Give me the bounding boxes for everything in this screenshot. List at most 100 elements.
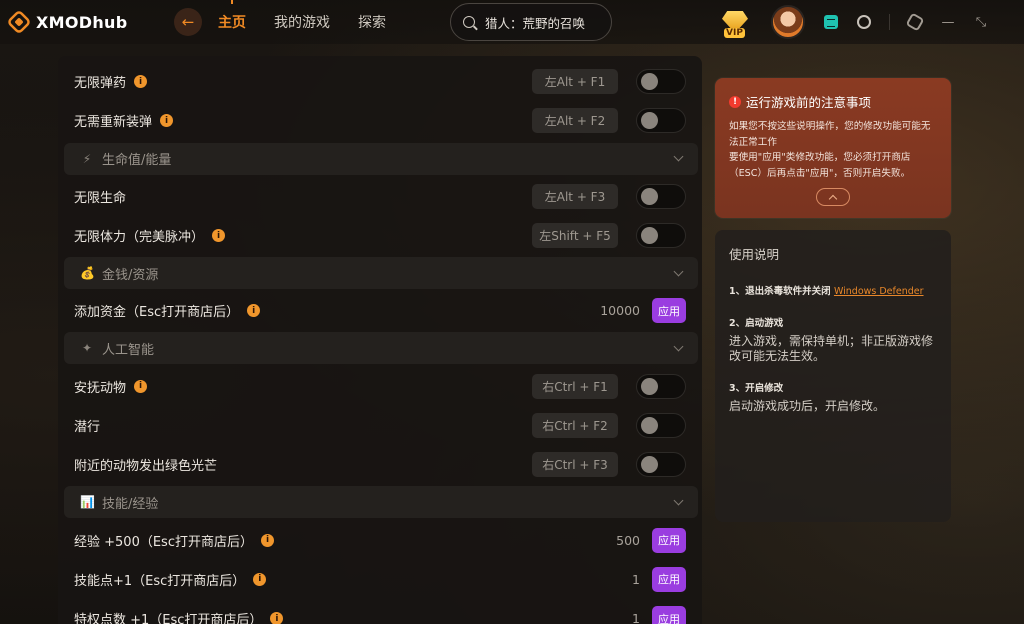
- mod-label: 添加资金（Esc打开商店后）: [74, 305, 240, 321]
- apply-button[interactable]: 应用: [652, 298, 686, 324]
- section-label: 人工智能: [102, 342, 155, 358]
- toggle-switch[interactable]: [636, 452, 686, 478]
- apply-button[interactable]: 应用: [652, 606, 686, 624]
- section-label: 技能/经验: [102, 496, 159, 512]
- logo-icon: [6, 9, 32, 35]
- hotkey-badge[interactable]: 左Alt + F1: [532, 69, 618, 95]
- vip-badge[interactable]: VIP: [717, 4, 753, 40]
- tab-explore[interactable]: 探索: [358, 12, 386, 32]
- hotkey-badge[interactable]: 左Alt + F3: [532, 183, 618, 209]
- notice-card: ! 运行游戏前的注意事项 如果您不按这些说明操作，您的修改功能可能无法正常工作 …: [715, 78, 951, 218]
- section-icon: ✦: [81, 341, 93, 356]
- app-name: XMODhub: [36, 12, 128, 32]
- avatar[interactable]: [771, 5, 805, 39]
- vip-label: VIP: [724, 28, 745, 38]
- amount-value[interactable]: 1: [632, 611, 640, 624]
- back-button[interactable]: ←: [174, 8, 202, 36]
- mod-row: 无限生命 左Alt + F3: [64, 177, 698, 216]
- mod-row: 技能点+1（Esc打开商店后） i 1 应用: [64, 560, 698, 599]
- hotkey-badge[interactable]: 右Ctrl + F1: [532, 373, 618, 399]
- section-header[interactable]: ✦ 人工智能: [64, 332, 698, 365]
- tab-my-games[interactable]: 我的游戏: [274, 12, 330, 32]
- step-1-heading: 1、退出杀毒软件并关闭: [729, 286, 831, 297]
- info-icon[interactable]: i: [270, 612, 284, 624]
- step-2-body: 进入游戏，需保持单机；非正版游戏修改可能无法生效。: [729, 334, 934, 363]
- warning-icon: !: [729, 95, 741, 108]
- section-header[interactable]: 📊 技能/经验: [64, 486, 698, 519]
- info-icon[interactable]: i: [134, 75, 148, 89]
- top-bar: XMODhub ← 主页 我的游戏 探索 猎人：荒野的召唤 VIP — ⤡: [0, 0, 1024, 44]
- chevron-down-icon[interactable]: [673, 266, 684, 277]
- step-3-heading: 3、开启修改: [729, 383, 784, 394]
- mod-label: 技能点+1（Esc打开商店后）: [74, 573, 246, 589]
- search-icon: [463, 16, 475, 28]
- mod-row: 附近的动物发出绿色光芒 右Ctrl + F3: [64, 445, 698, 484]
- apply-button[interactable]: 应用: [652, 566, 686, 592]
- apply-button[interactable]: 应用: [652, 527, 686, 553]
- mod-label: 无限体力（完美脉冲）: [74, 230, 205, 246]
- usage-title: 使用说明: [729, 247, 780, 262]
- info-icon[interactable]: i: [253, 572, 267, 586]
- amount-value[interactable]: 1: [632, 572, 640, 587]
- notification-icon[interactable]: [856, 14, 872, 30]
- chevron-down-icon[interactable]: [673, 151, 684, 162]
- amount-value[interactable]: 500: [616, 533, 640, 548]
- section-label: 生命值/能量: [102, 153, 172, 169]
- tab-home[interactable]: 主页: [218, 12, 246, 32]
- section-header[interactable]: ⚡ 生命值/能量: [64, 142, 698, 175]
- chat-icon[interactable]: [823, 14, 839, 30]
- mod-row: 潜行 右Ctrl + F2: [64, 406, 698, 445]
- mod-label: 无限生命: [74, 190, 127, 206]
- toggle-switch[interactable]: [636, 223, 686, 249]
- notice-line-2: 要使用"应用"类修改功能，您必须打开商店（ESC）后再点击"应用"，否则开启失败…: [729, 152, 911, 179]
- chevron-up-icon: [828, 194, 838, 203]
- mod-label: 无限弹药: [74, 76, 127, 92]
- usage-instructions-card: 使用说明 1、退出杀毒软件并关闭 Windows Defender 2、启动游戏…: [715, 230, 951, 522]
- notice-line-1: 如果您不按这些说明操作，您的修改功能可能无法正常工作: [729, 121, 931, 148]
- info-icon[interactable]: i: [160, 114, 174, 128]
- maximize-icon[interactable]: ⤡: [973, 14, 989, 30]
- mod-row: 无限体力（完美脉冲） i 左Shift + F5: [64, 216, 698, 255]
- mod-row: 无需重新装弹 i 左Alt + F2: [64, 101, 698, 140]
- info-icon[interactable]: i: [212, 229, 226, 243]
- section-label: 金钱/资源: [102, 267, 159, 283]
- info-icon[interactable]: i: [134, 379, 148, 393]
- section-icon: 📊: [80, 495, 95, 510]
- mod-list: 无限弹药 i 左Alt + F1 无需重新装弹 i 左Alt + F2 ⚡ 生命值/能量…: [64, 62, 698, 624]
- chevron-down-icon[interactable]: [673, 495, 684, 506]
- toggle-switch[interactable]: [636, 183, 686, 209]
- chevron-down-icon[interactable]: [673, 341, 684, 352]
- hotkey-badge[interactable]: 右Ctrl + F2: [532, 412, 618, 438]
- arrow-left-icon: ←: [181, 13, 195, 31]
- hotkey-badge[interactable]: 右Ctrl + F3: [532, 452, 618, 478]
- settings-icon[interactable]: [905, 12, 925, 32]
- amount-value[interactable]: 10000: [600, 303, 640, 318]
- notice-title: 运行游戏前的注意事项: [746, 95, 872, 110]
- usage-step-3: 3、开启修改 启动游戏成功后，开启修改。: [729, 382, 937, 414]
- mod-label: 附近的动物发出绿色光芒: [74, 459, 218, 475]
- search-input[interactable]: 猎人：荒野的召唤: [450, 3, 612, 41]
- mod-label: 经验 +500（Esc打开商店后）: [74, 534, 253, 550]
- toggle-switch[interactable]: [636, 69, 686, 95]
- minimize-icon[interactable]: —: [940, 14, 956, 30]
- info-icon[interactable]: i: [247, 304, 261, 318]
- mod-row: 无限弹药 i 左Alt + F1: [64, 62, 698, 101]
- info-icon[interactable]: i: [260, 533, 274, 547]
- mod-row: 特权点数 +1（Esc打开商店后） i 1 应用: [64, 599, 698, 624]
- toggle-switch[interactable]: [636, 373, 686, 399]
- mod-label: 安抚动物: [74, 380, 127, 396]
- toggle-switch[interactable]: [636, 108, 686, 134]
- section-header[interactable]: 💰 金钱/资源: [64, 257, 698, 290]
- hotkey-badge[interactable]: 左Alt + F2: [532, 108, 618, 134]
- section-icon: ⚡: [82, 151, 92, 166]
- usage-step-1: 1、退出杀毒软件并关闭 Windows Defender: [729, 285, 937, 299]
- step-3-body: 启动游戏成功后，开启修改。: [729, 399, 886, 413]
- app-logo[interactable]: XMODhub: [6, 9, 158, 35]
- step-2-heading: 2、启动游戏: [729, 318, 784, 329]
- windows-defender-link[interactable]: Windows Defender: [834, 286, 924, 297]
- hotkey-badge[interactable]: 左Shift + F5: [532, 223, 618, 249]
- section-icon: 💰: [80, 266, 95, 281]
- mod-row: 安抚动物 i 右Ctrl + F1: [64, 366, 698, 405]
- collapse-button[interactable]: [816, 188, 850, 206]
- toggle-switch[interactable]: [636, 412, 686, 438]
